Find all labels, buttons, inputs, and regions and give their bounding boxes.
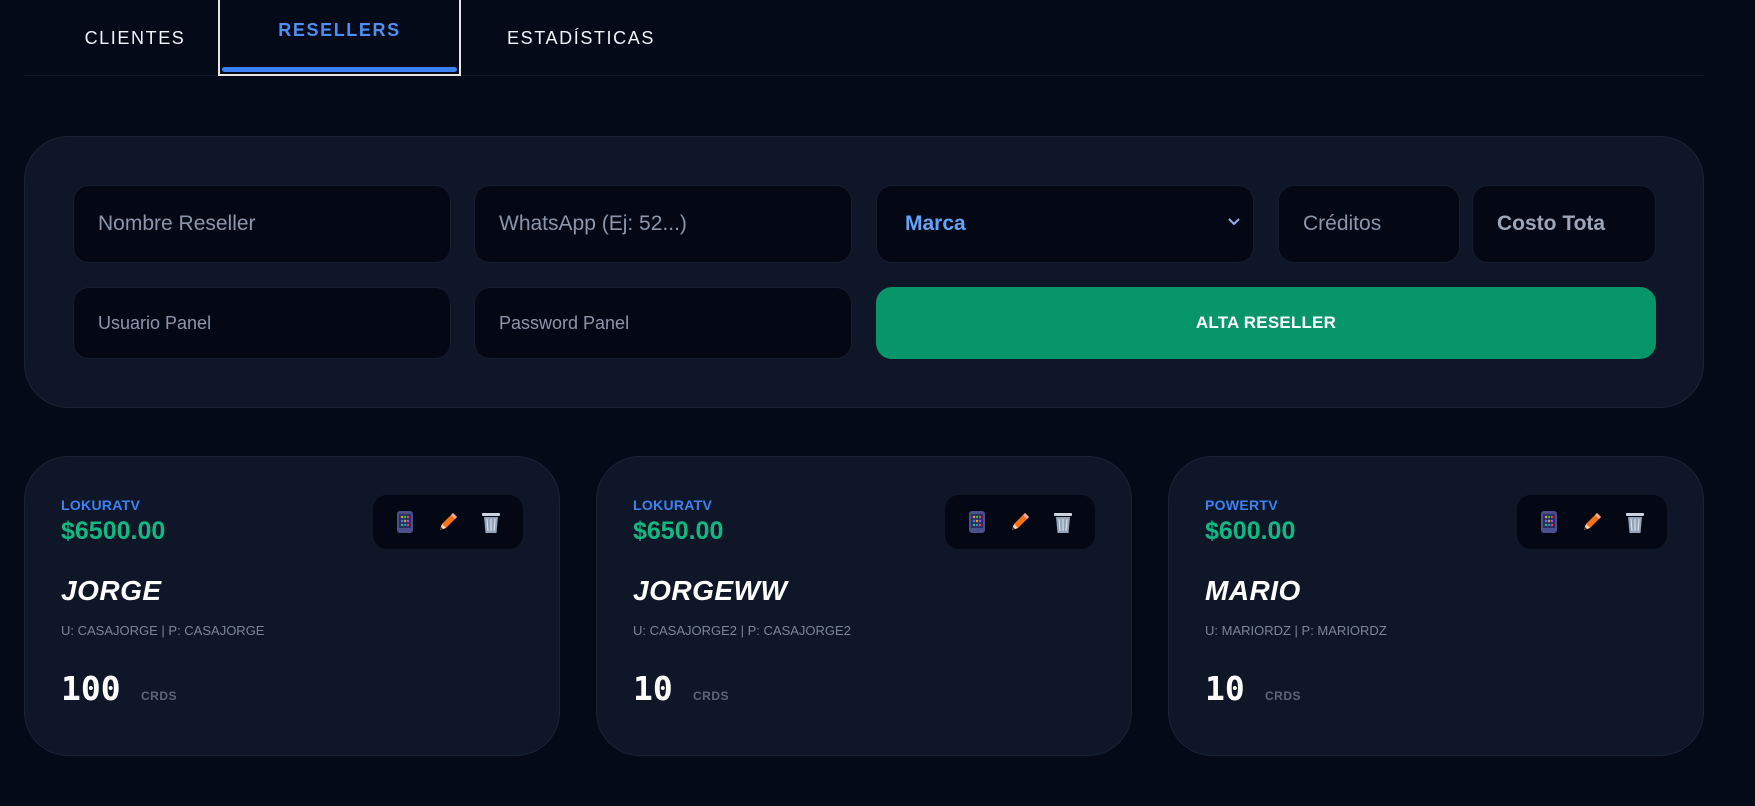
- credits-field[interactable]: Créditos: [1278, 185, 1460, 263]
- trash-icon[interactable]: [478, 509, 504, 535]
- reseller-card: LOKURATV $650.00 JORGEWW U: CASAJORGE2 |…: [596, 456, 1132, 756]
- brand-select[interactable]: Marca: [876, 185, 1254, 263]
- phone-icon[interactable]: [1536, 509, 1562, 535]
- tab-resellers-label: RESELLERS: [278, 20, 401, 40]
- brand-select-value: Marca: [905, 212, 966, 235]
- alta-reseller-button[interactable]: ALTA RESELLER: [876, 287, 1656, 359]
- reseller-credits: 100: [61, 669, 121, 708]
- card-actions: [945, 495, 1095, 549]
- phone-icon[interactable]: [392, 509, 418, 535]
- tab-estadisticas[interactable]: ESTADÍSTICAS: [456, 0, 706, 76]
- reseller-brand: LOKURATV: [61, 497, 141, 513]
- whatsapp-field[interactable]: WhatsApp (Ej: 52...): [474, 185, 852, 263]
- reseller-name: JORGE: [61, 575, 162, 606]
- trash-icon[interactable]: [1622, 509, 1648, 535]
- tab-bar: CLIENTES RESELLERS ESTADÍSTICAS: [24, 0, 1704, 76]
- card-actions: [1517, 495, 1667, 549]
- panel-password-field[interactable]: Password Panel: [474, 287, 852, 359]
- phone-icon[interactable]: [964, 509, 990, 535]
- reseller-price: $6500.00: [61, 517, 166, 545]
- tab-clientes[interactable]: CLIENTES: [48, 0, 222, 76]
- total-cost-field[interactable]: Costo Tota: [1472, 185, 1656, 263]
- reseller-card: LOKURATV $6500.00 JORGE U: CASAJORGE | P…: [24, 456, 560, 756]
- reseller-credentials: U: CASAJORGE | P: CASAJORGE: [61, 623, 265, 638]
- trash-icon[interactable]: [1050, 509, 1076, 535]
- reseller-brand: LOKURATV: [633, 497, 713, 513]
- chevron-down-icon: [1227, 214, 1241, 231]
- reseller-name: JORGEWW: [633, 575, 788, 606]
- reseller-brand: POWERTV: [1205, 497, 1278, 513]
- reseller-name-field[interactable]: Nombre Reseller: [73, 185, 451, 263]
- reseller-price: $650.00: [633, 517, 724, 545]
- reseller-credentials: U: MARIORDZ | P: MARIORDZ: [1205, 623, 1387, 638]
- panel-user-field[interactable]: Usuario Panel: [73, 287, 451, 359]
- credits-unit: CRDS: [693, 689, 730, 703]
- reseller-card: POWERTV $600.00 MARIO U: MARIORDZ | P: M…: [1168, 456, 1704, 756]
- reseller-credits: 10: [633, 669, 673, 708]
- credits-unit: CRDS: [1265, 689, 1302, 703]
- tab-resellers[interactable]: RESELLERS: [218, 0, 461, 76]
- reseller-price: $600.00: [1205, 517, 1296, 545]
- active-tab-indicator: [222, 67, 457, 72]
- reseller-form: Nombre Reseller WhatsApp (Ej: 52...) Mar…: [24, 136, 1704, 408]
- reseller-name: MARIO: [1205, 575, 1301, 606]
- pencil-icon[interactable]: [435, 509, 461, 535]
- pencil-icon[interactable]: [1579, 509, 1605, 535]
- card-actions: [373, 495, 523, 549]
- pencil-icon[interactable]: [1007, 509, 1033, 535]
- reseller-credentials: U: CASAJORGE2 | P: CASAJORGE2: [633, 623, 851, 638]
- credits-unit: CRDS: [141, 689, 178, 703]
- reseller-credits: 10: [1205, 669, 1245, 708]
